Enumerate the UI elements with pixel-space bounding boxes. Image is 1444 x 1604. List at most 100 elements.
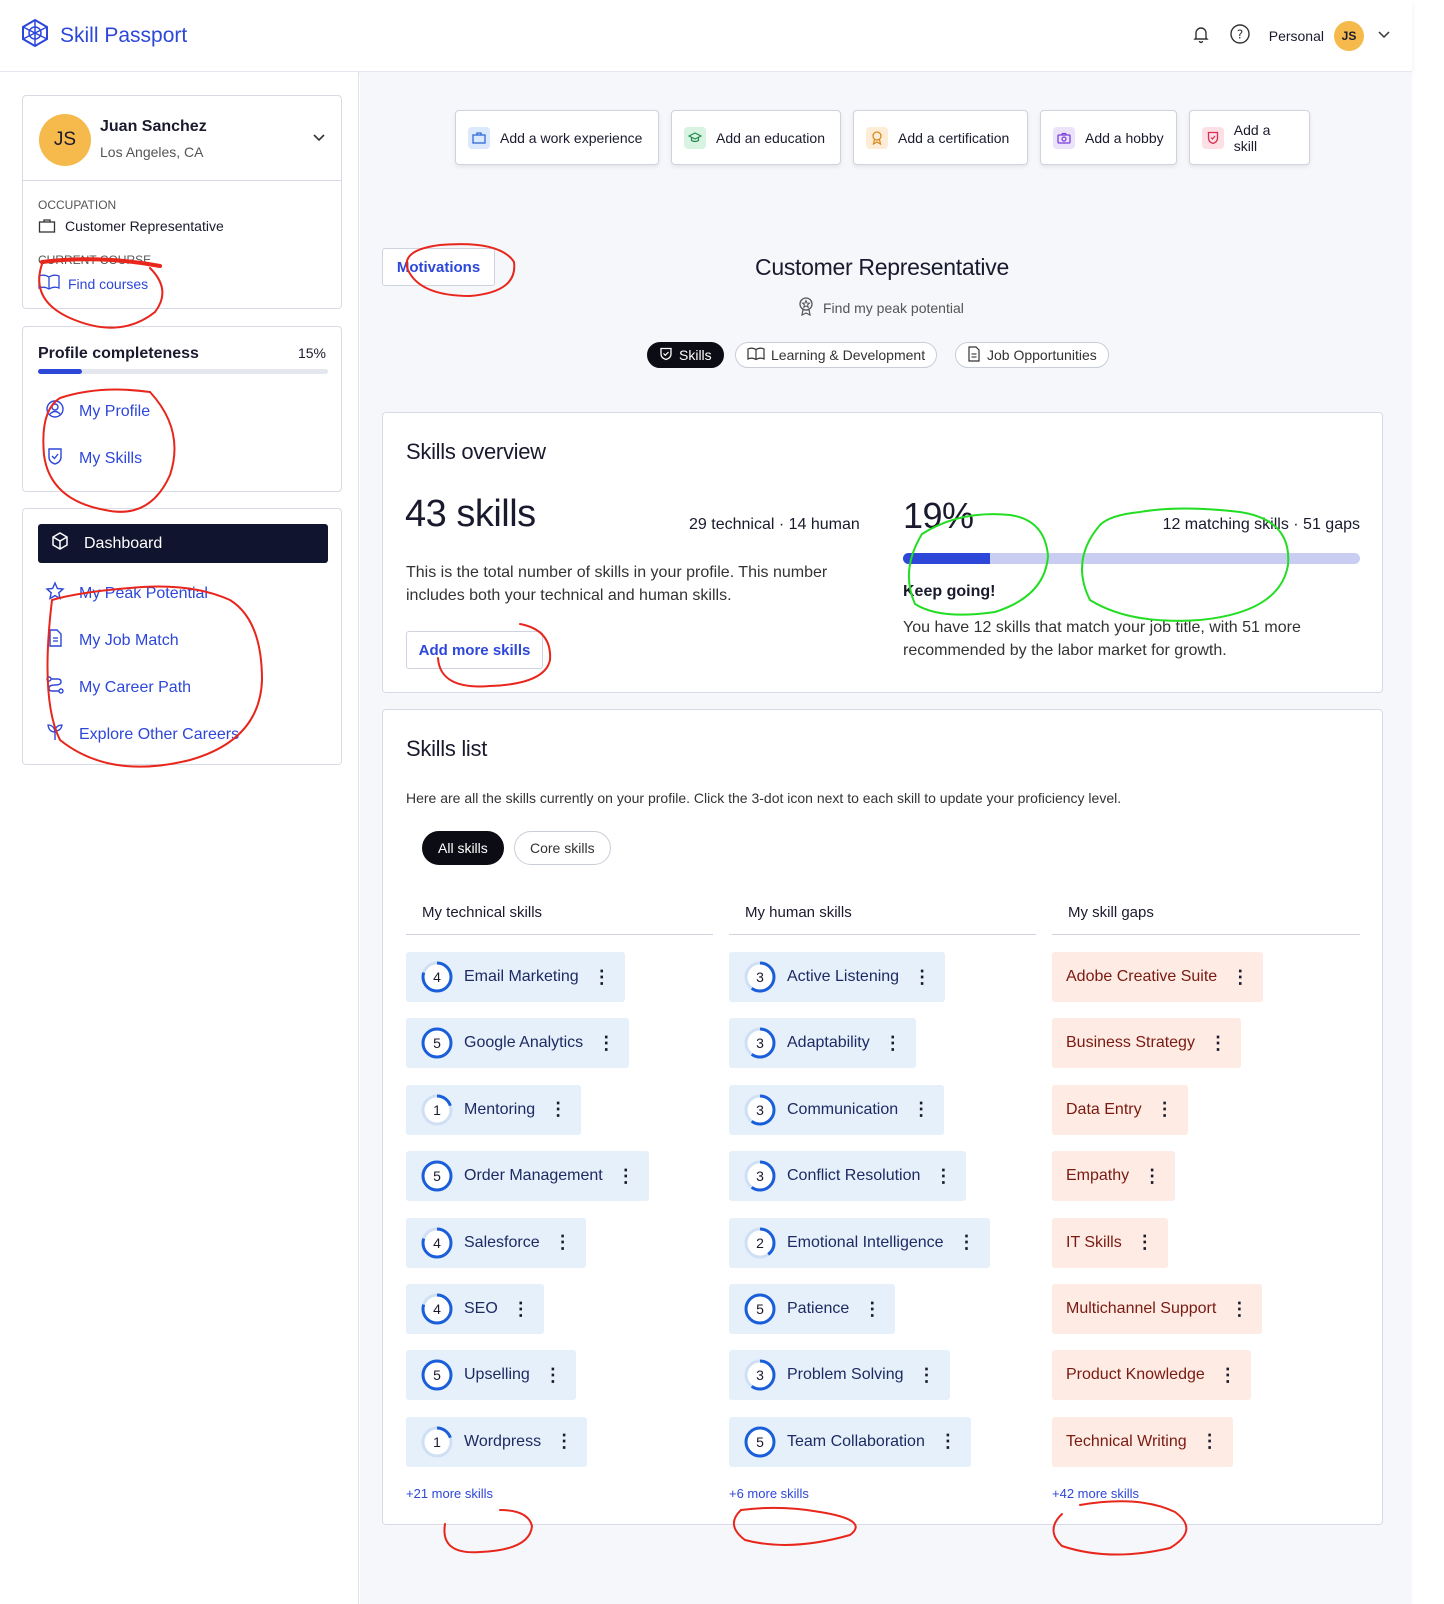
tab-job-opportunities[interactable]: Job Opportunities: [955, 342, 1109, 368]
column-divider: [1052, 934, 1360, 935]
add-skill-button[interactable]: Add a skill: [1189, 110, 1310, 165]
nav-my-profile[interactable]: My Profile: [45, 399, 150, 424]
skill-chip[interactable]: Adobe Creative Suite ⋮: [1052, 952, 1264, 1002]
proficiency-ring-icon: 5: [743, 1425, 777, 1459]
more-options-icon[interactable]: ⋮: [934, 1166, 952, 1187]
more-options-icon[interactable]: ⋮: [1143, 1166, 1161, 1187]
skill-chip[interactable]: 5 Google Analytics ⋮: [406, 1018, 630, 1069]
more-options-icon[interactable]: ⋮: [617, 1166, 635, 1187]
skill-chip[interactable]: 5 Team Collaboration ⋮: [729, 1416, 971, 1467]
add-hobby-button[interactable]: Add a hobby: [1040, 110, 1177, 165]
skill-chip[interactable]: 3 Adaptability ⋮: [729, 1018, 916, 1069]
skill-name: Upselling: [464, 1366, 530, 1384]
skill-chip[interactable]: 4 Salesforce ⋮: [406, 1217, 586, 1268]
nav-job-match[interactable]: My Job Match: [45, 628, 179, 653]
technical-more-skills-link[interactable]: +21 more skills: [406, 1486, 493, 1501]
skill-chip[interactable]: 2 Emotional Intelligence ⋮: [729, 1217, 990, 1268]
more-options-icon[interactable]: ⋮: [597, 1033, 615, 1054]
add-work-experience-button[interactable]: Add a work experience: [455, 110, 659, 165]
proficiency-level: 5: [756, 1433, 764, 1450]
skill-chip[interactable]: IT Skills ⋮: [1052, 1217, 1168, 1268]
more-options-icon[interactable]: ⋮: [913, 967, 931, 988]
skill-chip[interactable]: Multichannel Support ⋮: [1052, 1284, 1263, 1334]
skill-chip[interactable]: 3 Problem Solving ⋮: [729, 1350, 950, 1401]
skills-list-description: Here are all the skills currently on you…: [406, 790, 1122, 806]
proficiency-level: 5: [756, 1301, 764, 1317]
document-icon: [967, 345, 981, 365]
bell-icon[interactable]: [1191, 24, 1211, 47]
skill-chip[interactable]: 5 Patience ⋮: [729, 1284, 896, 1334]
more-options-icon[interactable]: ⋮: [544, 1365, 562, 1386]
more-options-icon[interactable]: ⋮: [863, 1299, 881, 1320]
more-options-icon[interactable]: ⋮: [884, 1033, 902, 1054]
app-logo[interactable]: Skill Passport: [20, 18, 187, 54]
skill-name: Product Knowledge: [1066, 1366, 1205, 1384]
more-options-icon[interactable]: ⋮: [1231, 967, 1249, 988]
match-percent: 19%: [903, 495, 974, 536]
human-more-skills-link[interactable]: +6 more skills: [729, 1486, 809, 1501]
skill-chip[interactable]: 3 Conflict Resolution ⋮: [729, 1151, 967, 1202]
nav-my-skills[interactable]: My Skills: [45, 446, 142, 471]
more-options-icon[interactable]: ⋮: [512, 1299, 530, 1320]
nav-career-path[interactable]: My Career Path: [45, 675, 191, 700]
tab-learning-development[interactable]: Learning & Development: [735, 342, 938, 368]
proficiency-level: 4: [433, 969, 441, 985]
more-options-icon[interactable]: ⋮: [1209, 1033, 1227, 1054]
chevron-down-icon[interactable]: [1376, 26, 1392, 45]
skill-chip[interactable]: Technical Writing ⋮: [1052, 1416, 1233, 1467]
completeness-bar-fill: [38, 369, 82, 374]
add-more-skills-button[interactable]: Add more skills: [406, 631, 543, 669]
filter-all-skills[interactable]: All skills: [422, 831, 504, 865]
proficiency-ring-icon: 3: [743, 960, 777, 994]
action-label: Add a work experience: [500, 129, 643, 146]
proficiency-ring-icon: 2: [743, 1226, 777, 1260]
skill-chip[interactable]: 4 Email Marketing ⋮: [406, 952, 625, 1002]
more-options-icon[interactable]: ⋮: [593, 967, 611, 988]
skill-chip[interactable]: 3 Active Listening ⋮: [729, 952, 946, 1002]
more-options-icon[interactable]: ⋮: [1230, 1299, 1248, 1320]
skills-count: 43 skills: [405, 493, 536, 535]
skills-list-title: Skills list: [406, 736, 488, 761]
add-education-button[interactable]: Add an education: [671, 110, 841, 165]
skill-chip[interactable]: 1 Wordpress ⋮: [406, 1416, 588, 1467]
skill-chip[interactable]: 4 SEO ⋮: [406, 1284, 544, 1334]
skill-name: Active Listening: [787, 968, 900, 985]
more-options-icon[interactable]: ⋮: [549, 1099, 567, 1120]
skill-chip[interactable]: 1 Mentoring ⋮: [406, 1084, 582, 1135]
skill-chip[interactable]: 3 Communication ⋮: [729, 1084, 945, 1135]
more-options-icon[interactable]: ⋮: [1219, 1365, 1237, 1386]
skill-chip[interactable]: Data Entry ⋮: [1052, 1084, 1188, 1135]
filter-core-skills[interactable]: Core skills: [514, 831, 611, 865]
profile-header[interactable]: JS Juan Sanchez Los Angeles, CA: [23, 96, 341, 181]
more-options-icon[interactable]: ⋮: [1136, 1232, 1154, 1253]
more-options-icon[interactable]: ⋮: [939, 1431, 957, 1452]
help-icon[interactable]: ?: [1229, 23, 1251, 48]
proficiency-level: 5: [433, 1367, 441, 1384]
nav-label: Explore Other Careers: [79, 725, 240, 743]
more-options-icon[interactable]: ⋮: [555, 1431, 573, 1452]
gaps-more-skills-link[interactable]: +42 more skills: [1052, 1486, 1139, 1501]
more-options-icon[interactable]: ⋮: [958, 1232, 976, 1253]
add-certification-button[interactable]: Add a certification: [853, 110, 1028, 165]
nav-explore-careers[interactable]: Explore Other Careers: [45, 722, 239, 747]
more-options-icon[interactable]: ⋮: [1201, 1431, 1219, 1452]
find-courses-link[interactable]: Find courses: [38, 274, 148, 293]
more-options-icon[interactable]: ⋮: [554, 1232, 572, 1253]
skill-chip[interactable]: Business Strategy ⋮: [1052, 1018, 1241, 1069]
tab-skills[interactable]: Skills: [647, 342, 724, 368]
more-options-icon[interactable]: ⋮: [918, 1365, 936, 1386]
more-options-icon[interactable]: ⋮: [912, 1099, 930, 1120]
avatar[interactable]: JS: [1334, 20, 1364, 51]
chevron-down-icon[interactable]: [311, 129, 327, 150]
peak-potential-link[interactable]: Find my peak potential: [797, 296, 964, 319]
shield-icon: [45, 446, 65, 471]
skill-chip[interactable]: 5 Order Management ⋮: [406, 1151, 649, 1202]
nav-peak-potential[interactable]: My Peak Potential: [45, 581, 208, 606]
account-label[interactable]: Personal: [1269, 28, 1324, 44]
more-options-icon[interactable]: ⋮: [1156, 1099, 1174, 1120]
skill-chip[interactable]: Product Knowledge ⋮: [1052, 1350, 1251, 1401]
skill-chip[interactable]: Empathy ⋮: [1052, 1151, 1176, 1202]
skill-chip[interactable]: 5 Upselling ⋮: [406, 1350, 576, 1401]
action-label: Add an education: [716, 129, 825, 146]
nav-dashboard[interactable]: Dashboard: [38, 524, 328, 563]
